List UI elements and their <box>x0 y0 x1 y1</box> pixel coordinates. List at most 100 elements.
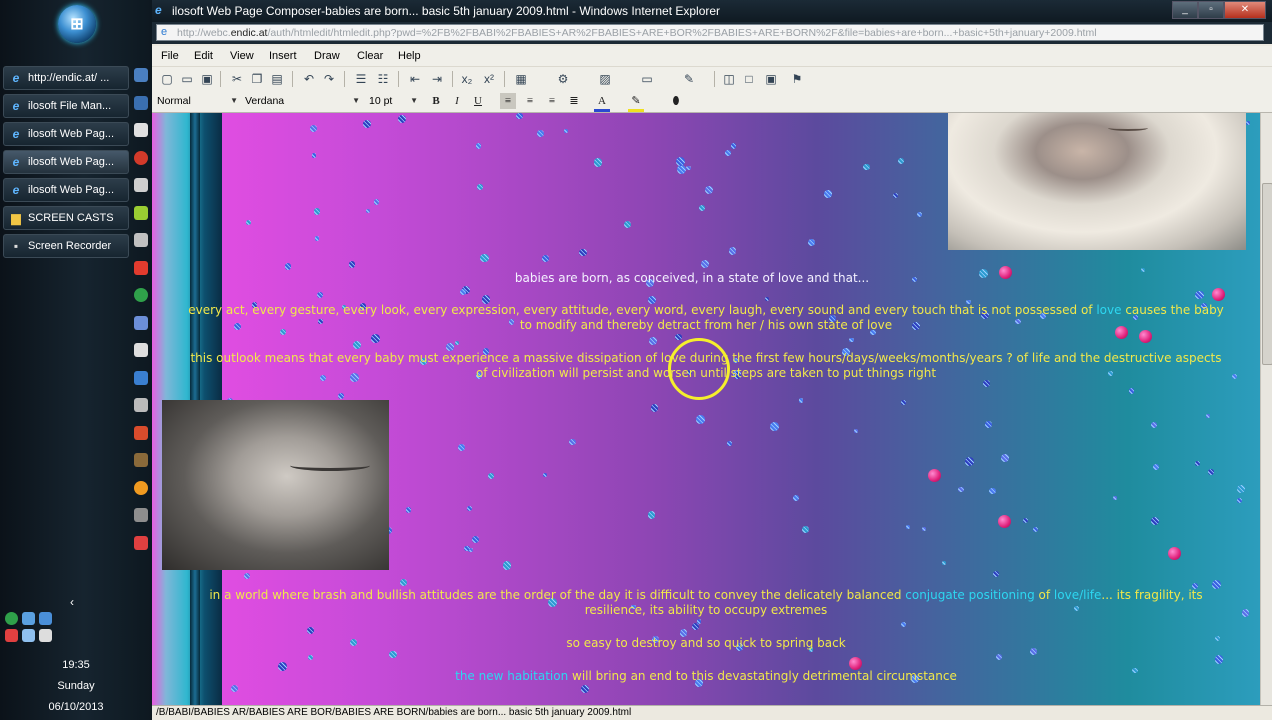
cut-icon[interactable]: ✂ <box>228 70 246 88</box>
bubble <box>1207 469 1214 476</box>
start-button[interactable]: ⊞ <box>58 5 96 43</box>
open-icon[interactable]: ▭ <box>178 70 196 88</box>
app-icon[interactable] <box>134 178 148 192</box>
properties-icon[interactable]: ⚑ <box>788 70 806 88</box>
justify-button[interactable]: ≣ <box>566 93 582 109</box>
app-icon[interactable] <box>134 150 148 165</box>
tray-app-icon[interactable] <box>5 629 18 642</box>
align-left-button[interactable]: ≡ <box>500 93 516 109</box>
tray-expand-icon[interactable]: ‹ <box>70 595 74 609</box>
link-icon[interactable]: ⚙ <box>554 70 572 88</box>
align-center-button[interactable]: ≡ <box>522 93 538 109</box>
app-icon[interactable] <box>134 288 148 302</box>
address-field[interactable]: http://webc.endic.at/auth/htmledit/htmle… <box>156 24 1264 41</box>
desktop-icon[interactable] <box>134 68 148 82</box>
media-icon[interactable]: ✎ <box>680 70 698 88</box>
clock[interactable]: 19:35 Sunday 06/10/2013 <box>30 655 122 718</box>
menu-insert[interactable]: Insert <box>269 50 297 62</box>
italic-button[interactable]: I <box>449 93 465 109</box>
app-icon[interactable] <box>134 315 148 330</box>
subscript-icon[interactable]: x₂ <box>458 70 476 88</box>
text-paragraph-4: in a world where brash and bullish attit… <box>152 588 1260 618</box>
menu-help[interactable]: Help <box>398 50 421 62</box>
app-icon[interactable] <box>134 425 148 440</box>
task-button-endic[interactable]: e http://endic.at/ ... <box>3 66 129 90</box>
app-icon[interactable] <box>134 123 148 137</box>
background-color-icon[interactable]: ⬮ <box>668 93 684 109</box>
vertical-scrollbar[interactable] <box>1260 113 1272 705</box>
clock-time: 19:35 <box>62 659 90 671</box>
editor-toolbar: ▢ ▭ ▣ ✂ ❐ ▤ ↶ ↷ ☰ ☷ ⇤ ⇥ x₂ x² ▦ ⚙ ▨ ▭ ✎ … <box>152 66 1272 91</box>
app-icon[interactable] <box>134 205 148 220</box>
address-bar: http://webc.endic.at/auth/htmledit/htmle… <box>152 22 1272 44</box>
numbered-list-icon[interactable]: ☰ <box>352 70 370 88</box>
border-icon[interactable]: □ <box>740 70 758 88</box>
task-button-screen-casts[interactable]: ▆ SCREEN CASTS <box>3 206 129 230</box>
bubble <box>1205 413 1210 419</box>
volume-icon[interactable] <box>39 629 52 642</box>
copy-icon[interactable]: ❐ <box>248 70 266 88</box>
task-button-web-page-2[interactable]: e ilosoft Web Pag... <box>3 150 129 174</box>
table-icon[interactable]: ▭ <box>638 70 656 88</box>
bullet-list-icon[interactable]: ☷ <box>374 70 392 88</box>
tray-app-icon[interactable] <box>22 612 35 625</box>
app-icon[interactable] <box>134 508 148 522</box>
bubble <box>985 421 992 429</box>
menu-view[interactable]: View <box>230 50 254 62</box>
insert-object-icon[interactable]: ▦ <box>512 70 530 88</box>
underline-button[interactable]: U <box>470 93 486 109</box>
network-icon[interactable] <box>22 629 35 642</box>
menu-draw[interactable]: Draw <box>314 50 340 62</box>
style-select[interactable]: Normal ▼ <box>154 93 240 109</box>
editor-canvas[interactable]: babies are born, as conceived, in a stat… <box>152 113 1260 705</box>
text-paragraph-6: the new habitation will bring an end to … <box>152 669 1260 684</box>
size-select[interactable]: 10 pt ▼ <box>366 93 420 109</box>
bubble <box>1113 495 1118 500</box>
highlight-icon[interactable]: ✎ <box>628 93 644 112</box>
app-icon[interactable] <box>134 260 148 275</box>
page-icon: e <box>161 26 168 38</box>
title-bar[interactable]: e ilosoft Web Page Composer-babies are b… <box>152 0 1272 22</box>
bubble <box>1128 388 1134 394</box>
undo-icon[interactable]: ↶ <box>300 70 318 88</box>
close-button[interactable]: ✕ <box>1224 1 1266 19</box>
minimize-button[interactable]: _ <box>1172 1 1198 19</box>
form-icon[interactable]: ▣ <box>762 70 780 88</box>
bubble <box>765 297 770 302</box>
app-icon[interactable] <box>134 370 148 385</box>
app-icon[interactable] <box>134 480 148 495</box>
app-icon[interactable] <box>134 535 148 550</box>
ie-icon: e <box>12 71 20 85</box>
task-button-web-page-3[interactable]: e ilosoft Web Pag... <box>3 178 129 202</box>
paste-icon[interactable]: ▤ <box>268 70 286 88</box>
indent-icon[interactable]: ⇥ <box>428 70 446 88</box>
menu-clear[interactable]: Clear <box>357 50 383 62</box>
superscript-icon[interactable]: x² <box>480 70 498 88</box>
task-button-screen-recorder[interactable]: ▪ Screen Recorder <box>3 234 129 258</box>
app-icon[interactable] <box>134 453 148 467</box>
scrollbar-thumb[interactable] <box>1262 183 1272 365</box>
redo-icon[interactable]: ↷ <box>320 70 338 88</box>
tray-app-icon[interactable] <box>5 612 18 625</box>
layer-icon[interactable]: ◫ <box>720 70 738 88</box>
font-select[interactable]: Verdana ▼ <box>242 93 362 109</box>
tray-app-icon[interactable] <box>39 612 52 625</box>
new-icon[interactable]: ▢ <box>158 70 176 88</box>
maximize-button[interactable]: ▫ <box>1198 1 1224 19</box>
task-button-web-page-1[interactable]: e ilosoft Web Pag... <box>3 122 129 146</box>
bubble <box>992 570 1000 578</box>
app-icon[interactable] <box>134 233 148 247</box>
menu-file[interactable]: File <box>161 50 179 62</box>
outdent-icon[interactable]: ⇤ <box>406 70 424 88</box>
save-icon[interactable]: ▣ <box>198 70 216 88</box>
app-icon[interactable] <box>134 398 148 412</box>
align-right-button[interactable]: ≡ <box>544 93 560 109</box>
bold-button[interactable]: B <box>428 93 444 109</box>
image-icon[interactable]: ▨ <box>596 70 614 88</box>
menu-edit[interactable]: Edit <box>194 50 213 62</box>
app-icon[interactable] <box>134 95 148 110</box>
font-color-icon[interactable]: A <box>594 93 610 112</box>
bubble <box>958 486 964 493</box>
task-button-file-manager[interactable]: e ilosoft File Man... <box>3 94 129 118</box>
app-icon[interactable] <box>134 343 148 357</box>
